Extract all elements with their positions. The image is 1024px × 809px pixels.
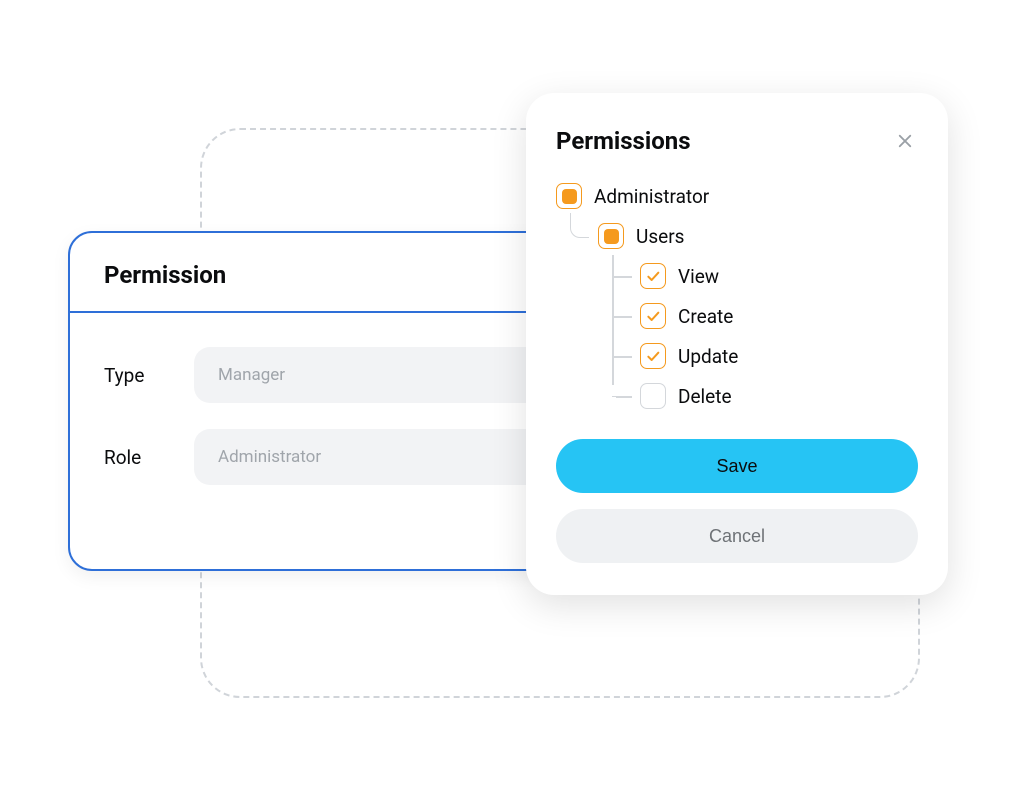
checkbox-administrator[interactable]: [556, 183, 582, 209]
role-field-row: Role Administrator: [104, 429, 592, 485]
permissions-modal-title: Permissions: [556, 127, 691, 155]
permissions-modal-header: Permissions: [556, 127, 918, 155]
permission-card-title: Permission: [104, 261, 592, 289]
tree-label-view: View: [678, 265, 719, 288]
tree-node-update[interactable]: Update: [640, 343, 918, 369]
tree-node-view[interactable]: View: [640, 263, 918, 289]
checkbox-delete[interactable]: [640, 383, 666, 409]
checkbox-create[interactable]: [640, 303, 666, 329]
tree-node-create[interactable]: Create: [640, 303, 918, 329]
cancel-button[interactable]: Cancel: [556, 509, 918, 563]
tree-label-administrator: Administrator: [594, 185, 709, 208]
check-icon: [645, 308, 661, 324]
cancel-button-label: Cancel: [709, 526, 765, 547]
tree-label-users: Users: [636, 225, 684, 248]
checkbox-view[interactable]: [640, 263, 666, 289]
role-label: Role: [104, 446, 194, 469]
tree-node-administrator[interactable]: Administrator: [556, 183, 918, 209]
tree-node-users[interactable]: Users: [598, 223, 918, 249]
permission-tree: Administrator Users View: [556, 183, 918, 409]
save-button-label: Save: [716, 456, 757, 477]
checkbox-users[interactable]: [598, 223, 624, 249]
type-field-row: Type Manager: [104, 347, 592, 403]
checkbox-update[interactable]: [640, 343, 666, 369]
save-button[interactable]: Save: [556, 439, 918, 493]
tree-label-create: Create: [678, 305, 733, 328]
tree-label-delete: Delete: [678, 385, 732, 408]
tree-label-update: Update: [678, 345, 738, 368]
role-input-value: Administrator: [218, 447, 321, 467]
type-label: Type: [104, 364, 194, 387]
close-icon: [896, 132, 914, 150]
check-icon: [645, 348, 661, 364]
close-button[interactable]: [892, 128, 918, 154]
check-icon: [645, 268, 661, 284]
permissions-modal: Permissions Administrator Users: [526, 93, 948, 595]
type-input-value: Manager: [218, 365, 285, 385]
tree-node-delete[interactable]: Delete: [640, 383, 918, 409]
